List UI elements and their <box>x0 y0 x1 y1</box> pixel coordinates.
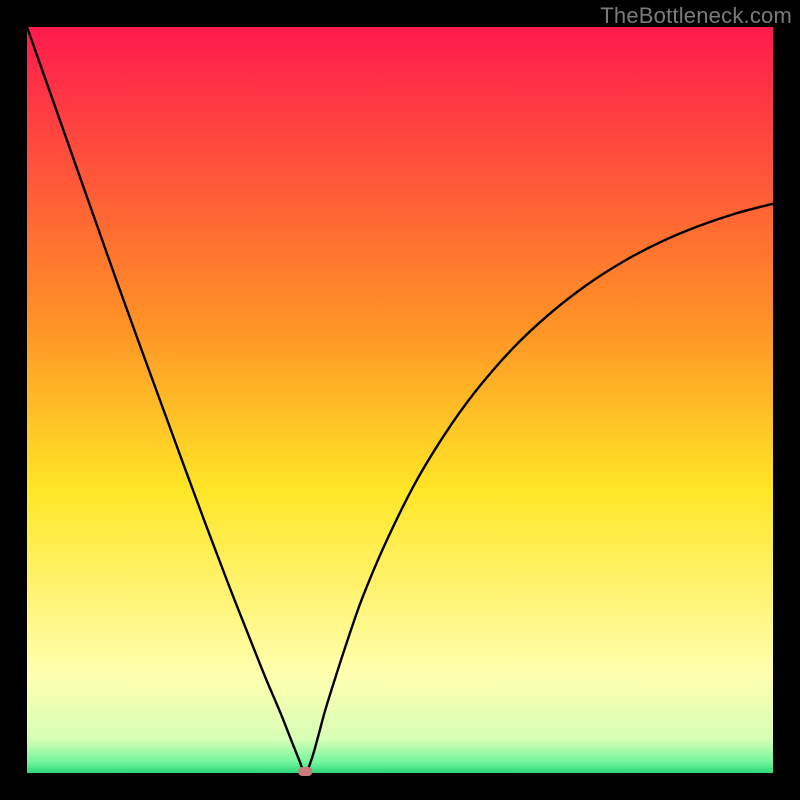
watermark-text: TheBottleneck.com <box>600 3 792 29</box>
minimum-marker <box>298 767 312 776</box>
plot-area <box>27 27 773 773</box>
curve-svg <box>27 27 773 773</box>
chart-frame: TheBottleneck.com <box>0 0 800 800</box>
bottleneck-curve <box>27 27 773 773</box>
